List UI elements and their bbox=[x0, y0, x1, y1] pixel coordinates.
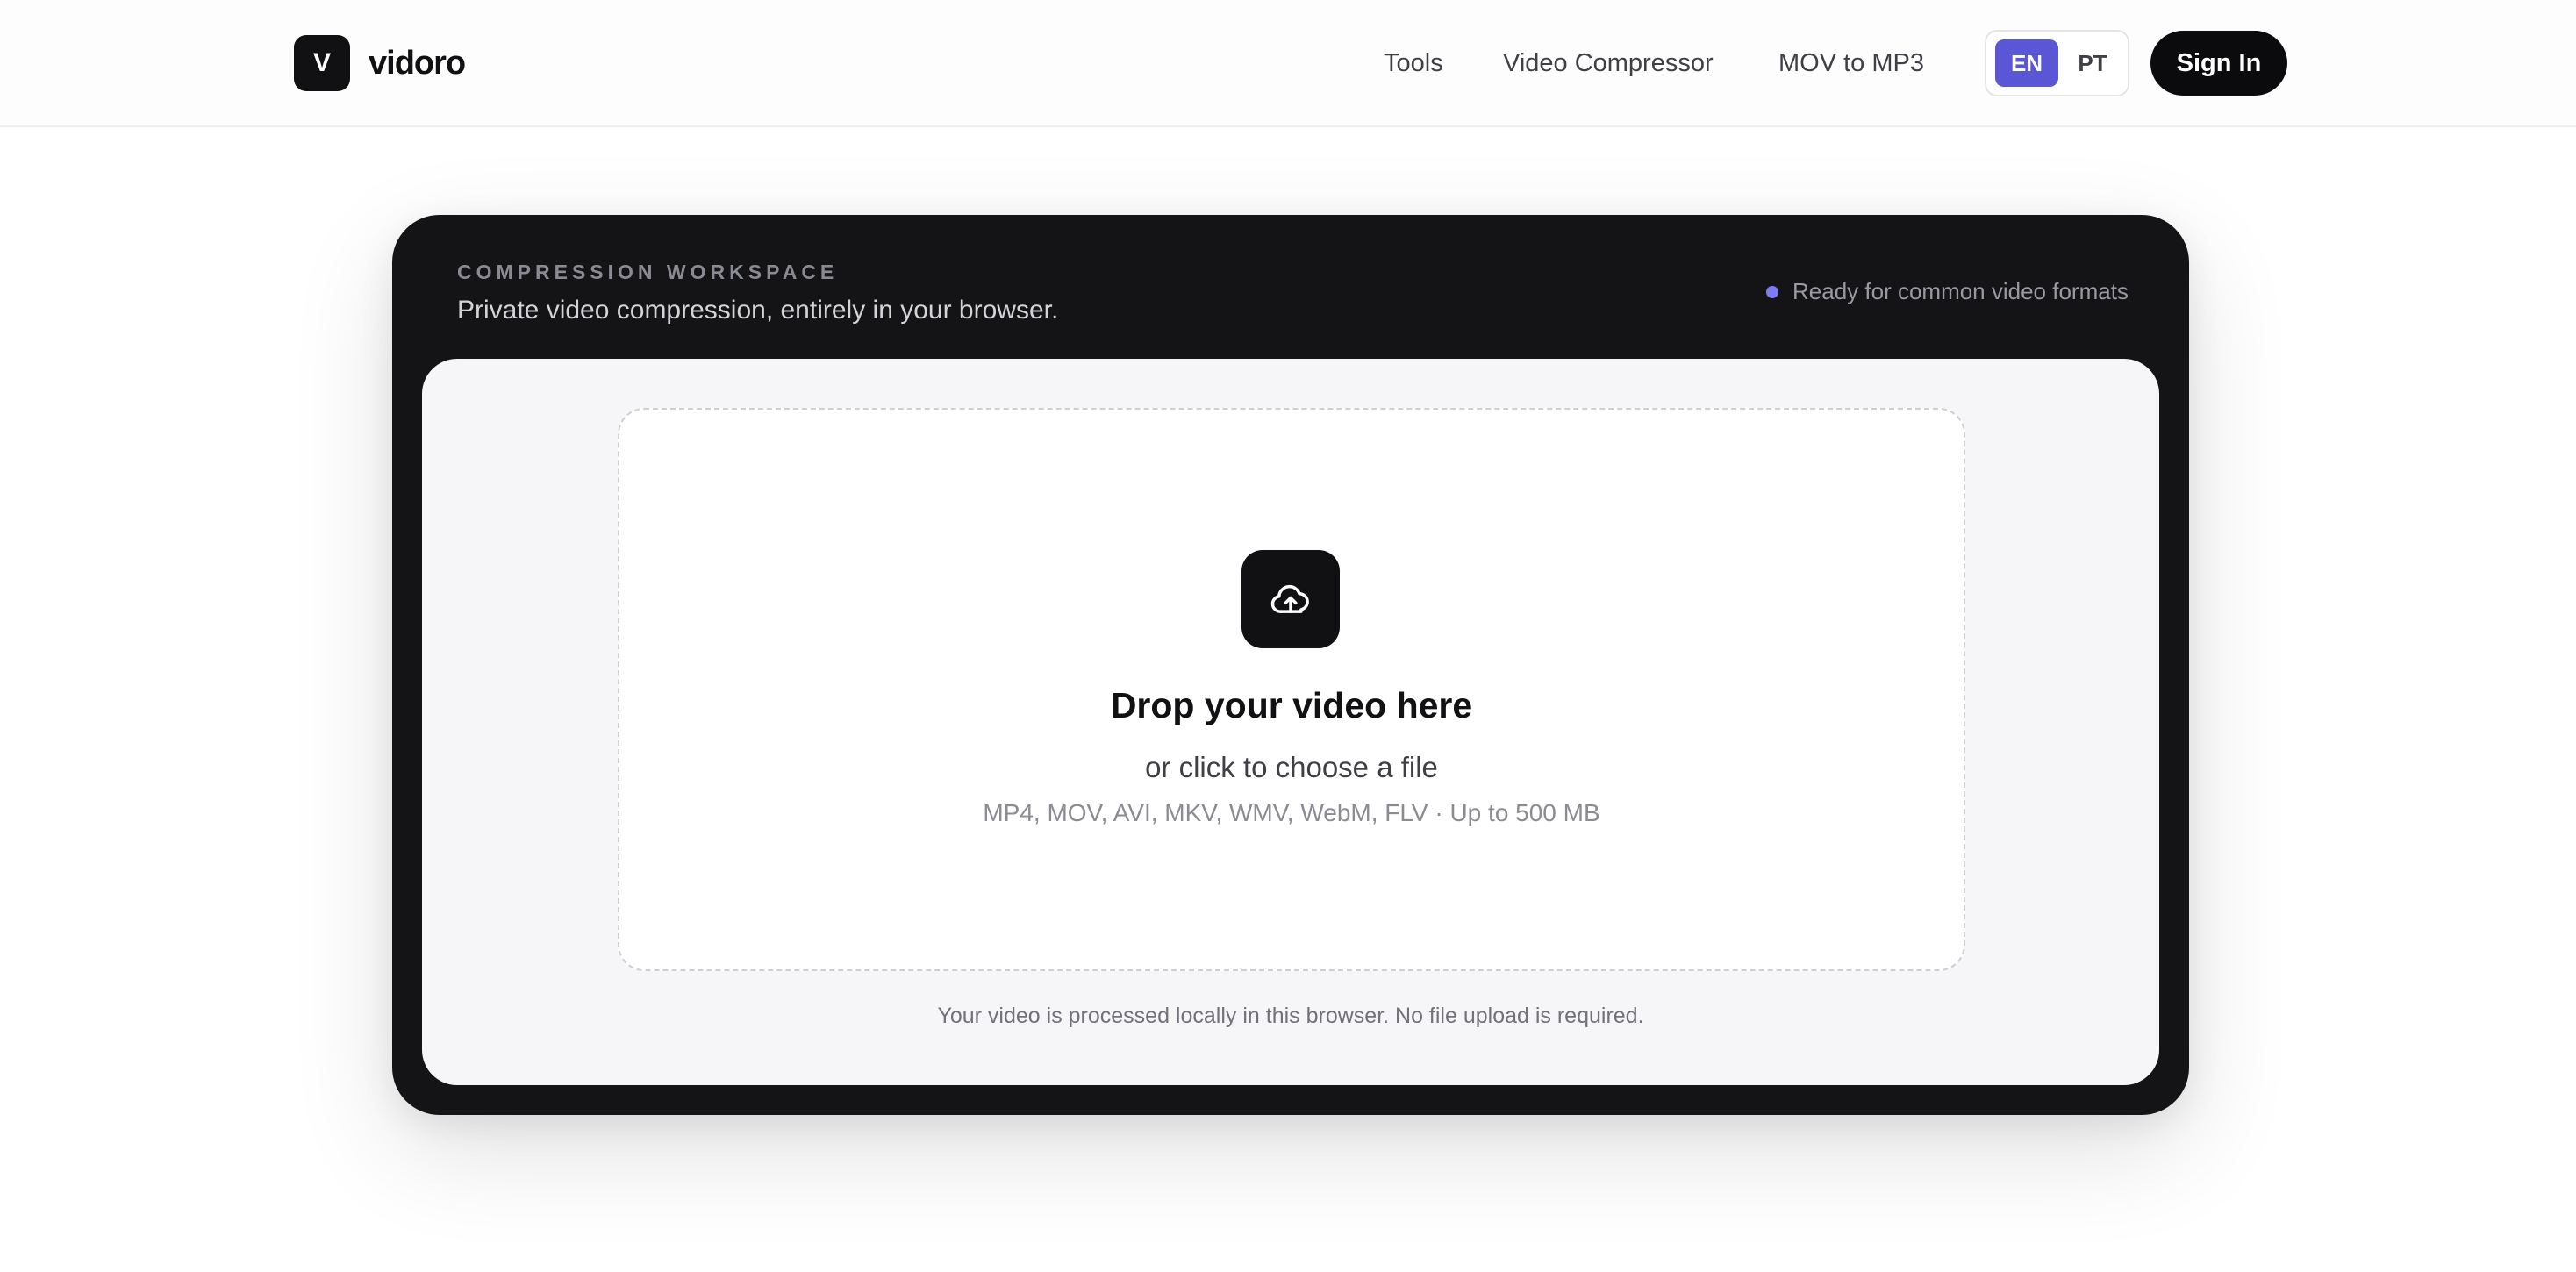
top-header: V vidoro Tools Video Compressor MOV to M… bbox=[0, 0, 2576, 127]
language-switcher: EN PT bbox=[1985, 30, 2129, 96]
video-dropzone[interactable]: Drop your video here or click to choose … bbox=[618, 408, 1965, 971]
logo-letter: V bbox=[312, 48, 331, 77]
language-option-en[interactable]: EN bbox=[1995, 39, 2058, 87]
status-text: Ready for common video formats bbox=[1792, 278, 2129, 304]
nav-link-tools[interactable]: Tools bbox=[1384, 39, 1443, 88]
compression-workspace-card: COMPRESSION WORKSPACE Private video comp… bbox=[392, 215, 2189, 1115]
dropzone-formats: MP4, MOV, AVI, MKV, WMV, WebM, FLV · Up … bbox=[983, 799, 1600, 826]
workspace-kicker: COMPRESSION WORKSPACE bbox=[457, 261, 839, 283]
dropzone-subtitle: or click to choose a file bbox=[1145, 751, 1438, 783]
status-dot-icon bbox=[1766, 286, 1778, 298]
workspace-panel: Drop your video here or click to choose … bbox=[422, 359, 2159, 1085]
dropzone-title: Drop your video here bbox=[1110, 685, 1473, 725]
language-option-pt[interactable]: PT bbox=[2064, 39, 2122, 87]
cloud-upload-icon bbox=[1270, 584, 1309, 613]
privacy-note: Your video is processed locally in this … bbox=[937, 1004, 1644, 1028]
brand-name[interactable]: vidoro bbox=[369, 39, 466, 88]
nav-link-mov-to-mp3[interactable]: MOV to MP3 bbox=[1778, 39, 1924, 88]
sign-in-button[interactable]: Sign In bbox=[2150, 31, 2287, 96]
workspace-subtitle: Private video compression, entirely in y… bbox=[457, 296, 1059, 325]
upload-icon-tile bbox=[1241, 550, 1340, 648]
nav-link-video-compressor[interactable]: Video Compressor bbox=[1503, 39, 1714, 88]
logo-mark[interactable]: V bbox=[294, 35, 350, 91]
